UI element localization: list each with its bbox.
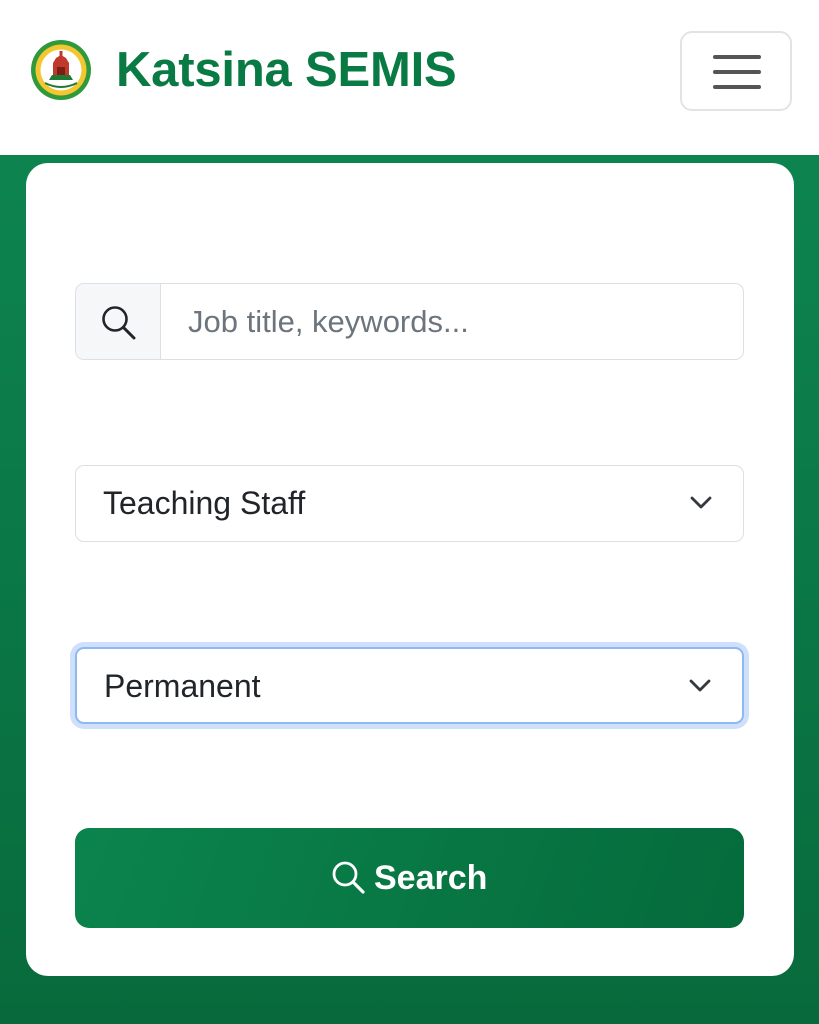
- job-search-card: Teaching Staff Permanent Search: [26, 163, 794, 976]
- chevron-down-icon: [689, 679, 711, 692]
- hamburger-menu-icon: [713, 70, 761, 74]
- hamburger-menu-icon: [713, 85, 761, 89]
- keyword-search-addon: [76, 284, 161, 359]
- employment-type-value: Permanent: [104, 668, 261, 704]
- chevron-down-icon: [690, 496, 712, 509]
- hamburger-menu-button[interactable]: [680, 31, 792, 111]
- staff-category-value: Teaching Staff: [103, 485, 306, 521]
- staff-category-select[interactable]: Teaching Staff: [75, 465, 744, 542]
- employment-type-select[interactable]: Permanent: [75, 647, 744, 724]
- top-navbar: Katsina SEMIS: [0, 0, 819, 155]
- keyword-search-group: [75, 283, 744, 360]
- katsina-state-seal-logo[interactable]: [30, 39, 92, 101]
- search-button[interactable]: Search: [75, 828, 744, 928]
- brand-title[interactable]: Katsina SEMIS: [116, 40, 457, 100]
- search-button-label: Search: [374, 859, 488, 897]
- hamburger-menu-icon: [713, 55, 761, 59]
- search-icon: [102, 306, 136, 340]
- search-icon: [332, 861, 365, 894]
- keyword-search-input[interactable]: [162, 284, 742, 359]
